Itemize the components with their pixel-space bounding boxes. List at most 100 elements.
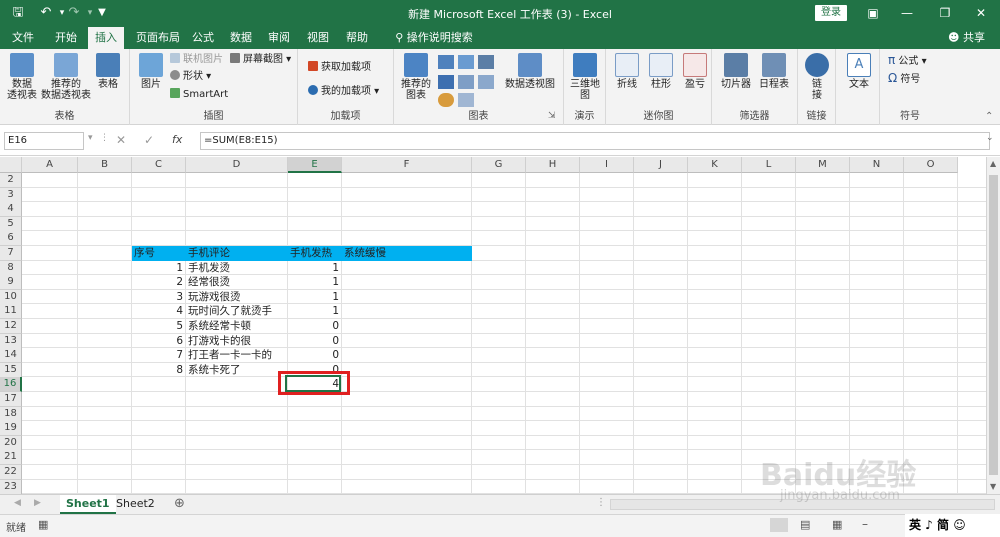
- pie-chart-icon[interactable]: [438, 93, 454, 107]
- row-header-17[interactable]: 17: [0, 392, 22, 407]
- row-header-5[interactable]: 5: [0, 216, 22, 232]
- column-header-f[interactable]: F: [342, 157, 472, 173]
- table-header-serial[interactable]: 序号: [132, 246, 186, 261]
- insert-function-button[interactable]: fx: [172, 133, 182, 146]
- table-cell-heat[interactable]: 0: [288, 348, 342, 363]
- tab-file[interactable]: 文件: [6, 27, 40, 49]
- column-header-o[interactable]: O: [904, 157, 958, 173]
- 3d-map-button[interactable]: 三维地 图: [568, 53, 602, 101]
- my-addins-button[interactable]: 我的加载项 ▾: [308, 85, 379, 99]
- row-header-20[interactable]: 20: [0, 435, 22, 451]
- tab-home[interactable]: 开始: [48, 27, 84, 49]
- row-header-16[interactable]: 16: [0, 377, 22, 393]
- ribbon-display-icon[interactable]: ▣: [858, 3, 888, 23]
- row-header-18[interactable]: 18: [0, 406, 22, 422]
- row-header-8[interactable]: 8: [0, 260, 22, 276]
- slicer-button[interactable]: 切片器: [718, 53, 754, 90]
- table-cell-heat[interactable]: 1: [288, 261, 342, 276]
- column-header-d[interactable]: D: [186, 157, 288, 173]
- online-pictures-button[interactable]: 联机图片: [170, 53, 223, 67]
- tab-help[interactable]: 帮助: [342, 27, 372, 49]
- waterfall-chart-icon[interactable]: [478, 55, 494, 69]
- vertical-scroll-thumb[interactable]: [989, 175, 998, 475]
- row-header-19[interactable]: 19: [0, 421, 22, 437]
- worksheet-grid[interactable]: ABCDEFGHIJKLMNO 2 3 4 5 6 7 8 9 10 11 12 13 14 15 16 17…: [0, 157, 986, 494]
- pivotchart-button[interactable]: 数据透视图: [502, 53, 558, 90]
- column-header-i[interactable]: I: [580, 157, 634, 173]
- column-header-c[interactable]: C: [132, 157, 186, 173]
- row-header-7[interactable]: 7: [0, 246, 22, 261]
- table-cell-comment[interactable]: 系统经常卡顿: [186, 319, 288, 334]
- table-header-comment[interactable]: 手机评论: [186, 246, 288, 261]
- column-header-h[interactable]: H: [526, 157, 580, 173]
- sparkline-winloss-button[interactable]: 盈亏: [680, 53, 710, 90]
- restore-icon[interactable]: ❐: [930, 3, 960, 23]
- table-cell-serial[interactable]: 6: [132, 334, 186, 349]
- sheet-tab-sheet2[interactable]: Sheet2: [110, 495, 161, 514]
- macro-record-icon[interactable]: ▦: [38, 518, 48, 531]
- table-cell-comment[interactable]: 系统卡死了: [186, 363, 288, 378]
- shapes-button[interactable]: 形状 ▾: [170, 70, 211, 84]
- smartart-button[interactable]: SmartArt: [170, 88, 228, 102]
- text-button[interactable]: A 文本: [842, 53, 876, 90]
- save-icon[interactable]: 🖫: [8, 4, 28, 22]
- row-header-15[interactable]: 15: [0, 362, 22, 378]
- page-break-view-icon[interactable]: ▦: [832, 518, 842, 531]
- tab-split-handle-icon[interactable]: ⋮: [596, 497, 606, 508]
- close-icon[interactable]: ✕: [966, 3, 996, 23]
- sheet-tab-sheet1[interactable]: Sheet1: [60, 495, 116, 514]
- name-box-dropdown-icon[interactable]: ▾: [88, 133, 93, 143]
- row-header-9[interactable]: 9: [0, 275, 22, 291]
- formula-input[interactable]: =SUM(E8:E15): [200, 132, 990, 150]
- scroll-down-icon[interactable]: ▼: [990, 482, 996, 491]
- customize-qat-icon[interactable]: ▼: [92, 4, 112, 22]
- column-header-g[interactable]: G: [472, 157, 526, 173]
- collapse-ribbon-icon[interactable]: ⌃: [985, 111, 993, 122]
- row-header-14[interactable]: 14: [0, 348, 22, 364]
- equation-button[interactable]: π 公式 ▾: [888, 53, 927, 69]
- scroll-up-icon[interactable]: ▲: [990, 159, 996, 168]
- expand-formula-icon[interactable]: ⌄: [986, 133, 994, 143]
- statistic-chart-icon[interactable]: [458, 75, 474, 89]
- tab-insert[interactable]: 插入: [88, 27, 124, 49]
- name-box[interactable]: E16: [4, 132, 84, 150]
- row-header-11[interactable]: 11: [0, 304, 22, 320]
- table-cell-comment[interactable]: 手机发烫: [186, 261, 288, 276]
- table-cell-serial[interactable]: 3: [132, 290, 186, 305]
- table-cell-serial[interactable]: 2: [132, 275, 186, 290]
- select-all-corner[interactable]: [0, 157, 22, 173]
- table-cell-serial[interactable]: 1: [132, 261, 186, 276]
- table-cell-heat[interactable]: 1: [288, 304, 342, 319]
- charts-dialog-launcher-icon[interactable]: ⇲: [548, 111, 556, 121]
- page-layout-view-icon[interactable]: ▤: [800, 518, 810, 531]
- column-header-j[interactable]: J: [634, 157, 688, 173]
- table-cell-heat[interactable]: 0: [288, 319, 342, 334]
- column-header-a[interactable]: A: [22, 157, 78, 173]
- share-button[interactable]: ☻ 共享: [948, 27, 985, 49]
- minimize-icon[interactable]: —: [892, 3, 922, 23]
- prev-sheet-icon[interactable]: ◀: [14, 498, 21, 508]
- table-button[interactable]: 表格: [92, 53, 124, 90]
- zoom-out-icon[interactable]: –: [862, 517, 868, 531]
- column-header-k[interactable]: K: [688, 157, 742, 173]
- table-cell-comment[interactable]: 玩时间久了就烫手: [186, 304, 288, 319]
- recommended-charts-button[interactable]: 推荐的 图表: [398, 53, 434, 101]
- sparkline-column-button[interactable]: 柱形: [646, 53, 676, 90]
- table-cell-heat[interactable]: 0: [288, 334, 342, 349]
- symbol-button[interactable]: Ω 符号: [888, 71, 920, 87]
- cancel-icon[interactable]: ✕: [116, 133, 126, 147]
- tell-me-search[interactable]: ⚲ 操作说明搜索: [384, 27, 484, 49]
- login-button[interactable]: 登录: [815, 5, 847, 21]
- recommended-pivot-button[interactable]: 推荐的 数据透视表: [40, 53, 92, 101]
- row-header-2[interactable]: 2: [0, 173, 22, 188]
- timeline-button[interactable]: 日程表: [756, 53, 792, 90]
- tab-review[interactable]: 审阅: [264, 27, 294, 49]
- row-header-22[interactable]: 22: [0, 465, 22, 480]
- line-chart-icon[interactable]: [438, 75, 454, 89]
- ime-toolbar[interactable]: 英 ♪ 简 ☺: [905, 514, 1000, 537]
- vertical-scrollbar[interactable]: ▲ ▼: [986, 157, 1000, 494]
- table-cell-comment[interactable]: 玩游戏很烫: [186, 290, 288, 305]
- tab-data[interactable]: 数据: [226, 27, 256, 49]
- horizontal-scrollbar[interactable]: [610, 499, 995, 510]
- new-sheet-icon[interactable]: ⊕: [174, 496, 185, 511]
